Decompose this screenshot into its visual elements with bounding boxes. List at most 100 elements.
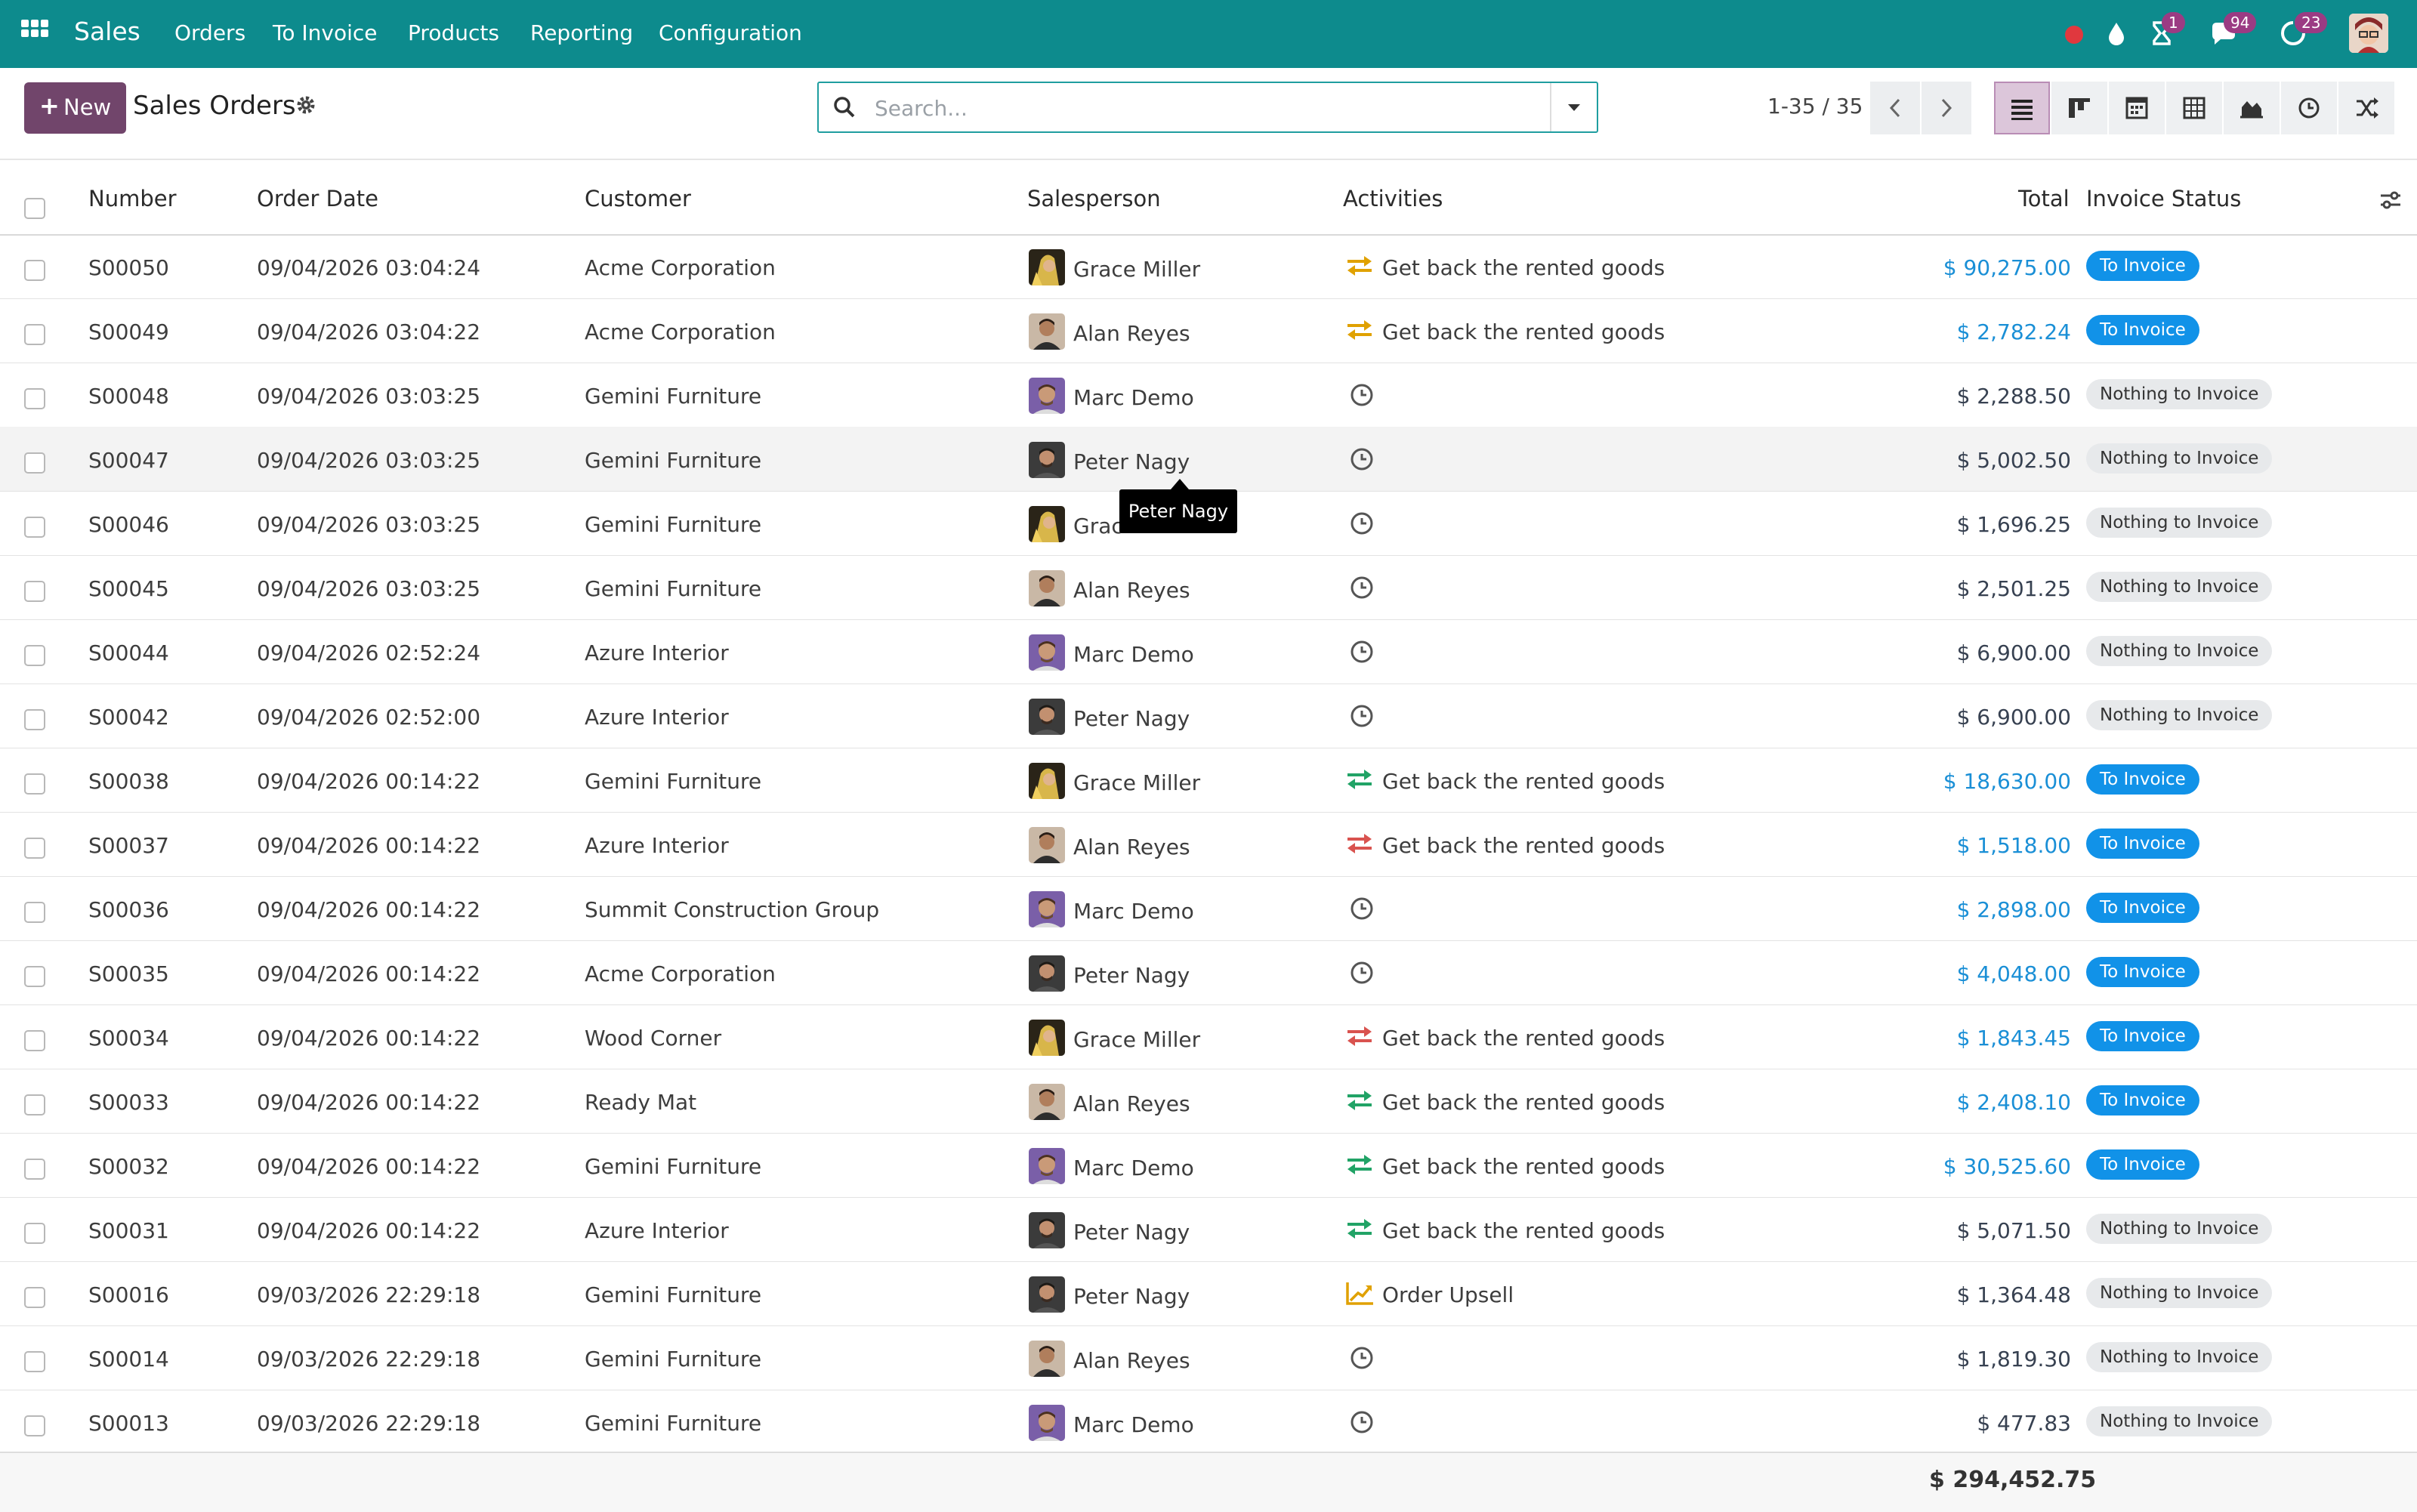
table-row[interactable]: S00045 09/04/2026 03:03:25 Gemini Furnit… <box>0 555 2417 620</box>
row-checkbox[interactable] <box>24 260 45 281</box>
activity-summary[interactable]: Get back the rented goods <box>1382 769 1665 794</box>
activity-summary[interactable]: Get back the rented goods <box>1382 833 1665 858</box>
salesperson-avatar[interactable] <box>1029 1084 1065 1120</box>
activity-summary[interactable]: Get back the rented goods <box>1382 1090 1665 1115</box>
row-checkbox[interactable] <box>24 452 45 474</box>
exchange-icon[interactable] <box>1344 766 1375 793</box>
clock-icon[interactable] <box>1349 960 1375 986</box>
table-row[interactable]: S00016 09/03/2026 22:29:18 Gemini Furnit… <box>0 1261 2417 1326</box>
row-checkbox[interactable] <box>24 581 45 602</box>
record-icon[interactable] <box>2059 20 2089 50</box>
pager-next-button[interactable] <box>1922 82 1971 134</box>
table-row[interactable]: S00037 09/04/2026 00:14:22 Azure Interio… <box>0 812 2417 877</box>
apps-menu-icon[interactable] <box>21 20 48 47</box>
select-all-checkbox[interactable] <box>24 198 45 219</box>
salesperson-avatar[interactable] <box>1029 1405 1065 1441</box>
row-checkbox[interactable] <box>24 388 45 409</box>
graph-view-button[interactable] <box>2224 82 2280 134</box>
droplet-icon[interactable] <box>2101 18 2131 48</box>
table-row[interactable]: S00035 09/04/2026 00:14:22 Acme Corporat… <box>0 940 2417 1005</box>
table-row[interactable]: S00013 09/03/2026 22:29:18 Gemini Furnit… <box>0 1390 2417 1455</box>
salesperson-avatar[interactable] <box>1029 1212 1065 1248</box>
menu-configuration[interactable]: Configuration <box>659 20 802 45</box>
exchange-icon[interactable] <box>1344 1151 1375 1178</box>
row-checkbox[interactable] <box>24 709 45 730</box>
cohort-view-button[interactable] <box>2338 82 2394 134</box>
header-customer[interactable]: Customer <box>585 186 691 211</box>
optional-columns-icon[interactable] <box>2378 189 2403 211</box>
trend-up-icon[interactable] <box>1344 1279 1375 1307</box>
gear-icon[interactable] <box>295 94 317 116</box>
header-activities[interactable]: Activities <box>1343 186 1443 211</box>
menu-reporting[interactable]: Reporting <box>530 20 633 45</box>
exchange-icon[interactable] <box>1344 1087 1375 1114</box>
exchange-icon[interactable] <box>1344 316 1375 344</box>
salesperson-avatar[interactable] <box>1029 1148 1065 1184</box>
salesperson-avatar[interactable] <box>1029 699 1065 735</box>
table-row[interactable]: S00047 09/04/2026 03:03:25 Gemini Furnit… <box>0 427 2417 492</box>
table-row[interactable]: S00050 09/04/2026 03:04:24 Acme Corporat… <box>0 234 2417 299</box>
row-checkbox[interactable] <box>24 902 45 923</box>
row-checkbox[interactable] <box>24 517 45 538</box>
calendar-view-button[interactable] <box>2109 82 2165 134</box>
row-checkbox[interactable] <box>24 773 45 795</box>
table-row[interactable]: S00049 09/04/2026 03:04:22 Acme Corporat… <box>0 298 2417 363</box>
salesperson-avatar[interactable] <box>1029 891 1065 927</box>
pivot-view-button[interactable] <box>2166 82 2222 134</box>
row-checkbox[interactable] <box>24 1287 45 1308</box>
activity-summary[interactable]: Get back the rented goods <box>1382 255 1665 280</box>
header-invoice-status[interactable]: Invoice Status <box>2086 186 2241 211</box>
table-row[interactable]: S00044 09/04/2026 02:52:24 Azure Interio… <box>0 619 2417 684</box>
activity-summary[interactable]: Order Upsell <box>1382 1282 1514 1307</box>
row-checkbox[interactable] <box>24 1351 45 1372</box>
clock-icon[interactable] <box>1349 896 1375 921</box>
row-checkbox[interactable] <box>24 1094 45 1115</box>
activity-summary[interactable]: Get back the rented goods <box>1382 1154 1665 1179</box>
salesperson-avatar[interactable] <box>1029 634 1065 671</box>
row-checkbox[interactable] <box>24 1415 45 1436</box>
table-row[interactable]: S00036 09/04/2026 00:14:22 Summit Constr… <box>0 876 2417 941</box>
table-row[interactable]: S00048 09/04/2026 03:03:25 Gemini Furnit… <box>0 363 2417 427</box>
clock-icon[interactable] <box>1349 1345 1375 1371</box>
salesperson-avatar[interactable] <box>1029 506 1065 542</box>
list-view-button[interactable] <box>1994 82 2050 134</box>
row-checkbox[interactable] <box>24 838 45 859</box>
row-checkbox[interactable] <box>24 966 45 987</box>
salesperson-avatar[interactable] <box>1029 313 1065 350</box>
salesperson-avatar[interactable] <box>1029 378 1065 414</box>
menu-orders[interactable]: Orders <box>174 20 245 45</box>
activity-summary[interactable]: Get back the rented goods <box>1382 1218 1665 1243</box>
table-row[interactable]: S00014 09/03/2026 22:29:18 Gemini Furnit… <box>0 1325 2417 1390</box>
table-row[interactable]: S00042 09/04/2026 02:52:00 Azure Interio… <box>0 683 2417 748</box>
pager-value[interactable]: 1-35 / 35 <box>1767 94 1863 119</box>
activity-summary[interactable]: Get back the rented goods <box>1382 319 1665 344</box>
activity-view-button[interactable] <box>2281 82 2337 134</box>
kanban-view-button[interactable] <box>2051 82 2107 134</box>
clock-icon[interactable] <box>1349 703 1375 729</box>
clock-icon[interactable] <box>1349 382 1375 408</box>
header-total[interactable]: Total <box>2018 186 2070 211</box>
row-checkbox[interactable] <box>24 1030 45 1051</box>
clock-icon[interactable] <box>1349 639 1375 665</box>
search-input[interactable] <box>873 92 1526 124</box>
menu-to-invoice[interactable]: To Invoice <box>273 20 377 45</box>
row-checkbox[interactable] <box>24 1223 45 1244</box>
search-options-toggle[interactable] <box>1550 83 1597 131</box>
salesperson-avatar[interactable] <box>1029 1341 1065 1377</box>
clock-icon[interactable] <box>1349 446 1375 472</box>
activity-summary[interactable]: Get back the rented goods <box>1382 1026 1665 1051</box>
salesperson-avatar[interactable] <box>1029 249 1065 285</box>
salesperson-avatar[interactable] <box>1029 955 1065 992</box>
salesperson-avatar[interactable] <box>1029 1020 1065 1056</box>
exchange-icon[interactable] <box>1344 830 1375 857</box>
search-bar[interactable] <box>817 82 1598 133</box>
header-number[interactable]: Number <box>88 186 177 211</box>
table-row[interactable]: S00034 09/04/2026 00:14:22 Wood Corner G… <box>0 1004 2417 1069</box>
salesperson-avatar[interactable] <box>1029 1276 1065 1313</box>
table-row[interactable]: S00033 09/04/2026 00:14:22 Ready Mat Ala… <box>0 1069 2417 1134</box>
clock-icon[interactable] <box>1349 1409 1375 1435</box>
menu-products[interactable]: Products <box>408 20 499 45</box>
header-salesperson[interactable]: Salesperson <box>1027 186 1161 211</box>
row-checkbox[interactable] <box>24 1159 45 1180</box>
app-brand[interactable]: Sales <box>74 17 140 46</box>
